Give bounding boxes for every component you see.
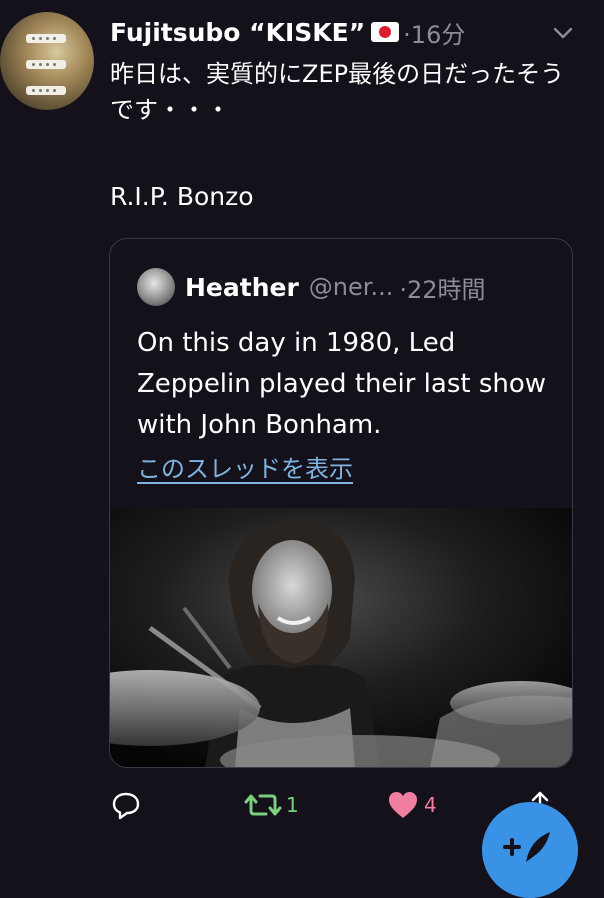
reply-button[interactable] bbox=[110, 789, 142, 821]
like-count: 4 bbox=[424, 793, 437, 817]
tweet-text-rip: R.I.P. Bonzo bbox=[110, 182, 254, 211]
retweet-count: 1 bbox=[286, 793, 299, 817]
quoted-tweet-header: Heather @ner... ·22時間 bbox=[137, 267, 486, 307]
show-thread-link[interactable]: このスレッドを表示 bbox=[137, 449, 353, 484]
drummer-photo[interactable] bbox=[110, 508, 572, 767]
like-button[interactable]: 4 bbox=[386, 789, 437, 821]
heart-icon bbox=[389, 792, 417, 818]
quoted-author-handle: @ner... bbox=[308, 273, 394, 301]
quoted-author-name: Heather bbox=[185, 272, 299, 302]
compose-feather-icon bbox=[503, 832, 550, 862]
quoted-tweet[interactable]: Heather @ner... ·22時間 On this day in 198… bbox=[109, 238, 573, 768]
quoted-tweet-text: On this day in 1980, Led Zeppelin played… bbox=[137, 328, 547, 440]
reply-icon bbox=[112, 792, 140, 820]
quoted-timestamp: ·22時間 bbox=[399, 275, 486, 304]
compose-tweet-button[interactable] bbox=[482, 802, 578, 898]
tweet-text: 昨日は、実質的にZEP最後の日だったそうです・・・ bbox=[110, 60, 565, 124]
retweet-icon bbox=[244, 794, 282, 816]
japan-flag-icon bbox=[371, 22, 400, 42]
quoted-author-avatar bbox=[137, 268, 175, 306]
tweet-header: Fujitsubo “KISKE” ·16分 bbox=[110, 14, 588, 50]
tweet-timestamp[interactable]: ·16分 bbox=[403, 15, 465, 50]
author-avatar[interactable] bbox=[0, 12, 94, 110]
retweet-button[interactable]: 1 bbox=[244, 789, 299, 821]
author-name[interactable]: Fujitsubo “KISKE” bbox=[110, 18, 365, 47]
chevron-down-icon[interactable] bbox=[552, 22, 574, 44]
